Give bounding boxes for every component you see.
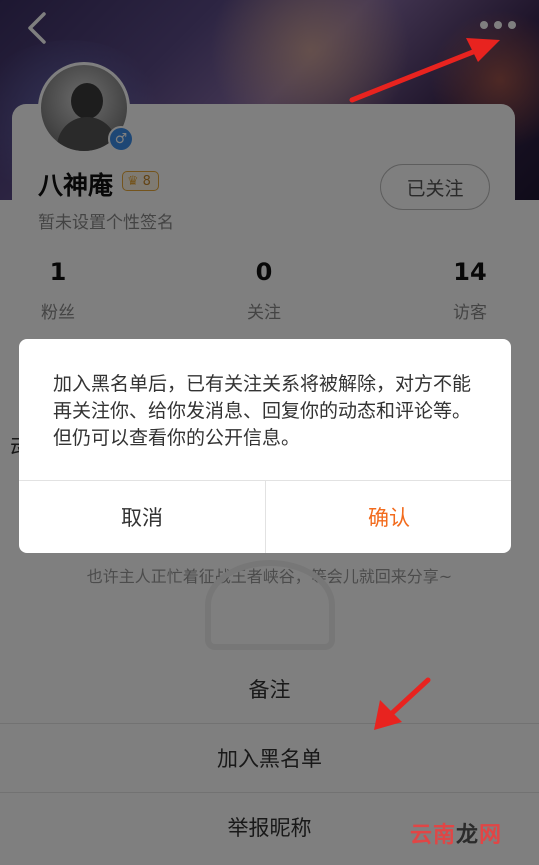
watermark: 云南龙网 [410,823,503,848]
confirm-button[interactable]: 确认 [266,481,511,553]
blacklist-confirm-dialog: 加入黑名单后，已有关注关系将被解除，对方不能再关注你、给你发消息、回复你的动态和… [19,339,511,553]
dialog-message: 加入黑名单后，已有关注关系将被解除，对方不能再关注你、给你发消息、回复你的动态和… [53,373,472,449]
cancel-button[interactable]: 取消 [19,481,265,553]
